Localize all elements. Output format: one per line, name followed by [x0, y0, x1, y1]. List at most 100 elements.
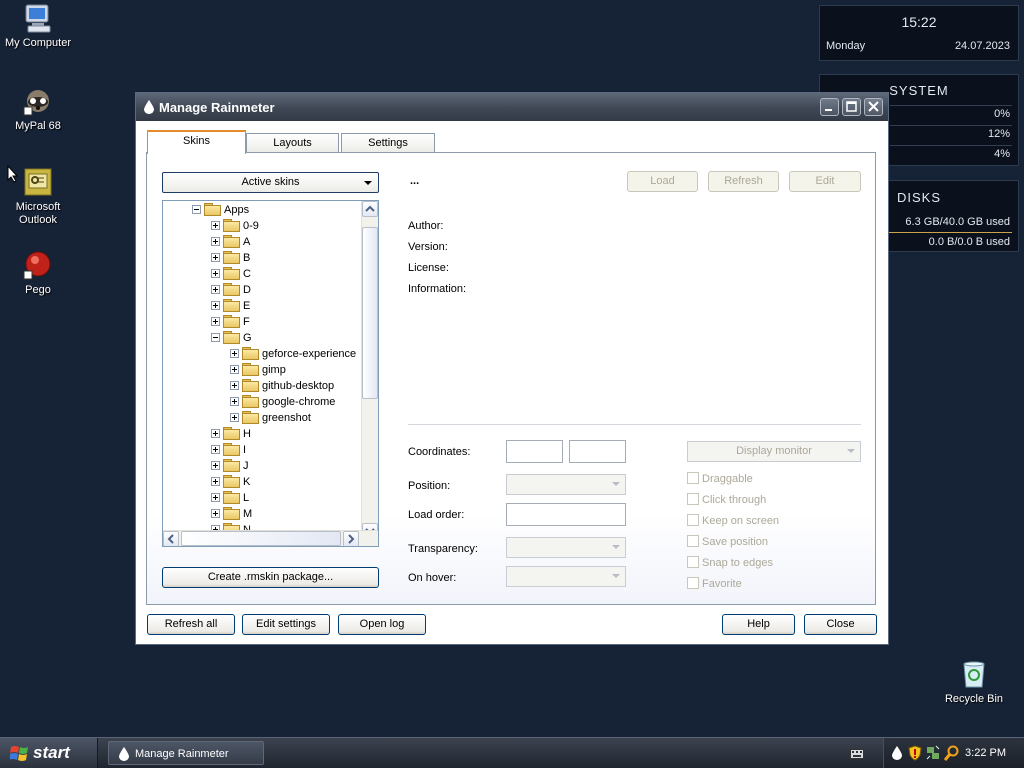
transparency-select[interactable]	[506, 537, 626, 558]
start-label: start	[33, 743, 70, 762]
desktop-icon-my-computer[interactable]: My Computer	[0, 2, 76, 50]
create-rmskin-package-button[interactable]: Create .rmskin package...	[162, 567, 379, 588]
keyboard-icon[interactable]	[850, 748, 864, 760]
active-skins-dropdown[interactable]: Active skins	[162, 172, 379, 193]
expand-icon[interactable]	[211, 445, 220, 454]
expand-icon[interactable]	[211, 509, 220, 518]
tree-item[interactable]: C	[211, 266, 251, 282]
tree-item[interactable]: E	[211, 298, 250, 314]
scroll-thumb[interactable]	[362, 227, 378, 399]
tree-item[interactable]: greenshot	[230, 410, 311, 426]
checkbox-box[interactable]	[687, 472, 699, 484]
taskbar-item-manage-rainmeter[interactable]: Manage Rainmeter	[108, 741, 264, 765]
expand-icon[interactable]	[230, 349, 239, 358]
checkbox-snap-to-edges[interactable]: Snap to edges	[687, 556, 773, 570]
refresh-all-button[interactable]: Refresh all	[147, 614, 235, 635]
expand-icon[interactable]	[211, 285, 220, 294]
help-button[interactable]: Help	[722, 614, 795, 635]
checkbox-box[interactable]	[687, 556, 699, 568]
open-log-button[interactable]: Open log	[338, 614, 426, 635]
rainmeter-drop-icon	[144, 100, 154, 114]
window-titlebar[interactable]: Manage Rainmeter	[136, 93, 888, 121]
expand-icon[interactable]	[230, 365, 239, 374]
checkbox-keep-on-screen[interactable]: Keep on screen	[687, 514, 779, 528]
checkbox-draggable[interactable]: Draggable	[687, 472, 753, 486]
maximize-button[interactable]	[842, 98, 861, 116]
checkbox-box[interactable]	[687, 493, 699, 505]
tree-item[interactable]: M	[211, 506, 252, 522]
display-monitor-dropdown[interactable]: Display monitor	[687, 441, 861, 462]
tree-horizontal-scrollbar[interactable]	[163, 530, 378, 546]
tree-item[interactable]: G	[211, 330, 252, 346]
checkbox-favorite[interactable]: Favorite	[687, 577, 742, 591]
scroll-right-button[interactable]	[343, 531, 359, 546]
tree-vertical-scrollbar[interactable]	[361, 201, 378, 539]
checkbox-box[interactable]	[687, 577, 699, 589]
system-tray: 3:22 PM	[883, 738, 1024, 768]
scroll-up-button[interactable]	[362, 201, 378, 217]
load-order-input[interactable]	[506, 503, 626, 526]
tree-item[interactable]: 0-9	[211, 218, 259, 234]
rainmeter-drop-icon	[119, 747, 129, 761]
tree-item[interactable]: Apps	[192, 202, 249, 218]
expand-icon[interactable]	[211, 477, 220, 486]
security-shield-icon[interactable]	[908, 745, 922, 761]
horizontal-scroll-thumb[interactable]	[181, 531, 341, 546]
skins-tree[interactable]: Apps 0-9 A B C D E F Ggeforce-experience gimp gith…	[162, 200, 379, 547]
close-window-button[interactable]	[864, 98, 883, 116]
tab-skins[interactable]: Skins	[147, 130, 246, 154]
expand-icon[interactable]	[211, 269, 220, 278]
expand-icon[interactable]	[211, 461, 220, 470]
collapse-icon[interactable]	[192, 205, 201, 214]
expand-icon[interactable]	[211, 221, 220, 230]
checkbox-box[interactable]	[687, 514, 699, 526]
desktop-icon-mypal[interactable]: MyPal 68	[0, 85, 76, 133]
tree-item[interactable]: geforce-experience	[230, 346, 356, 362]
edit-settings-button[interactable]: Edit settings	[242, 614, 330, 635]
tree-item[interactable]: A	[211, 234, 250, 250]
close-button[interactable]: Close	[804, 614, 877, 635]
expand-icon[interactable]	[211, 301, 220, 310]
position-select[interactable]	[506, 474, 626, 495]
tree-item[interactable]: D	[211, 282, 251, 298]
tab-layouts[interactable]: Layouts	[246, 133, 339, 153]
checkbox-box[interactable]	[687, 535, 699, 547]
expand-icon[interactable]	[230, 381, 239, 390]
coordinate-y-input[interactable]	[569, 440, 626, 463]
coordinate-x-input[interactable]	[506, 440, 563, 463]
checkbox-save-position[interactable]: Save position	[687, 535, 768, 549]
tree-item[interactable]: B	[211, 250, 250, 266]
checkbox-click-through[interactable]: Click through	[687, 493, 766, 507]
tab-settings[interactable]: Settings	[341, 133, 435, 153]
clock-widget: 15:22 Monday 24.07.2023	[819, 5, 1019, 61]
on-hover-select[interactable]	[506, 566, 626, 587]
tree-item[interactable]: F	[211, 314, 250, 330]
network-icon[interactable]	[926, 745, 940, 761]
expand-icon[interactable]	[211, 429, 220, 438]
expand-icon[interactable]	[211, 237, 220, 246]
tree-item[interactable]: L	[211, 490, 249, 506]
start-button[interactable]: start	[0, 738, 98, 768]
collapse-icon[interactable]	[211, 333, 220, 342]
refresh-button[interactable]: Refresh	[708, 171, 779, 192]
expand-icon[interactable]	[211, 317, 220, 326]
minimize-button[interactable]	[820, 98, 839, 116]
expand-icon[interactable]	[230, 413, 239, 422]
scroll-left-button[interactable]	[163, 531, 179, 546]
tree-item[interactable]: H	[211, 426, 251, 442]
tree-item[interactable]: gimp	[230, 362, 286, 378]
tree-item[interactable]: github-desktop	[230, 378, 334, 394]
tree-item[interactable]: J	[211, 458, 249, 474]
edit-button[interactable]: Edit	[789, 171, 861, 192]
tree-item[interactable]: google-chrome	[230, 394, 335, 410]
search-icon[interactable]	[944, 745, 959, 761]
tree-item[interactable]: I	[211, 442, 246, 458]
rainmeter-tray-icon[interactable]	[892, 746, 902, 760]
desktop-icon-recycle-bin[interactable]: Recycle Bin	[936, 658, 1012, 706]
expand-icon[interactable]	[230, 397, 239, 406]
load-button[interactable]: Load	[627, 171, 698, 192]
expand-icon[interactable]	[211, 253, 220, 262]
expand-icon[interactable]	[211, 493, 220, 502]
tree-item[interactable]: K	[211, 474, 250, 490]
desktop-icon-pego[interactable]: Pego	[0, 249, 76, 297]
